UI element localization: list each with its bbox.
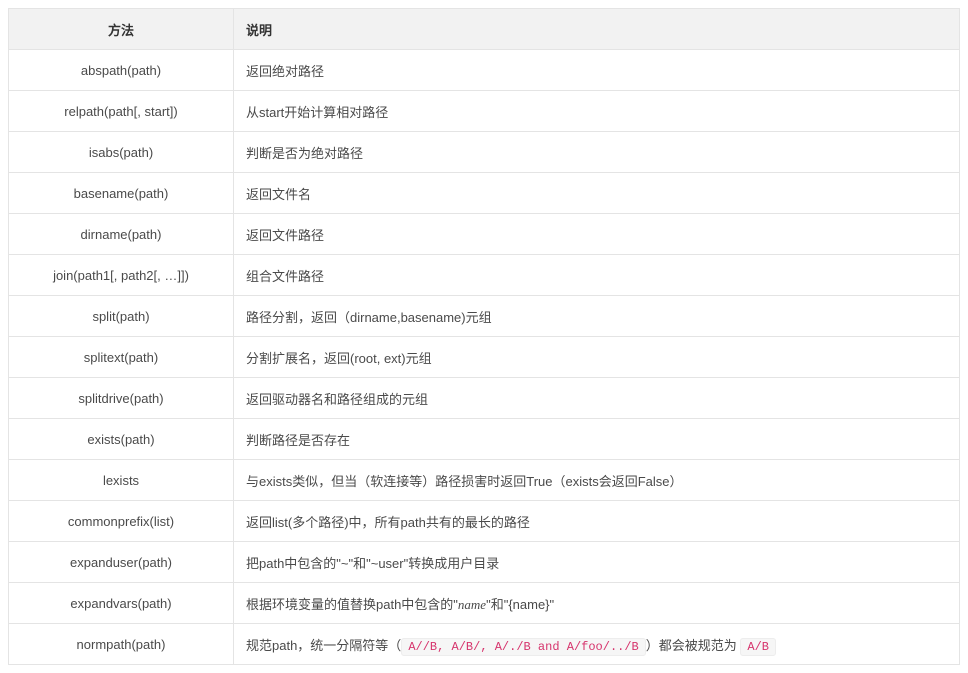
method-cell: lexists (9, 460, 234, 501)
method-cell: expandvars(path) (9, 583, 234, 624)
desc-cell: 分割扩展名，返回(root, ext)元组 (234, 337, 960, 378)
table-row: isabs(path) 判断是否为绝对路径 (9, 132, 960, 173)
header-row: 方法 说明 (9, 9, 960, 50)
table-row: lexists 与exists类似，但当（软连接等）路径损害时返回True（ex… (9, 460, 960, 501)
desc-cell: 判断是否为绝对路径 (234, 132, 960, 173)
method-cell: dirname(path) (9, 214, 234, 255)
desc-text-after: "和"{name}" (486, 597, 554, 612)
desc-cell: 与exists类似，但当（软连接等）路径损害时返回True（exists会返回F… (234, 460, 960, 501)
method-cell: basename(path) (9, 173, 234, 214)
desc-cell: 判断路径是否存在 (234, 419, 960, 460)
table-row: basename(path) 返回文件名 (9, 173, 960, 214)
code-literal: A/B (740, 638, 776, 656)
desc-cell: 返回文件路径 (234, 214, 960, 255)
method-cell: splitdrive(path) (9, 378, 234, 419)
method-cell: join(path1[, path2[, …]]) (9, 255, 234, 296)
method-cell: splitext(path) (9, 337, 234, 378)
desc-cell: 返回文件名 (234, 173, 960, 214)
method-cell: expanduser(path) (9, 542, 234, 583)
table-row: dirname(path) 返回文件路径 (9, 214, 960, 255)
table-row: expanduser(path) 把path中包含的"~"和"~user"转换成… (9, 542, 960, 583)
method-cell: commonprefix(list) (9, 501, 234, 542)
table-row: exists(path) 判断路径是否存在 (9, 419, 960, 460)
header-desc: 说明 (234, 9, 960, 50)
method-cell: exists(path) (9, 419, 234, 460)
desc-cell: 根据环境变量的值替换path中包含的"name"和"{name}" (234, 583, 960, 624)
table-row: abspath(path) 返回绝对路径 (9, 50, 960, 91)
method-cell: abspath(path) (9, 50, 234, 91)
table-row: join(path1[, path2[, …]]) 组合文件路径 (9, 255, 960, 296)
math-var: name (458, 597, 486, 612)
table-row: splitext(path) 分割扩展名，返回(root, ext)元组 (9, 337, 960, 378)
header-method: 方法 (9, 9, 234, 50)
desc-text-before: 规范path，统一分隔符等（ (246, 638, 401, 653)
code-literal: A//B, A/B/, A/./B and A/foo/../B (401, 638, 645, 656)
method-cell: isabs(path) (9, 132, 234, 173)
desc-cell: 返回list(多个路径)中，所有path共有的最长的路径 (234, 501, 960, 542)
table-row: split(path) 路径分割，返回（dirname,basename)元组 (9, 296, 960, 337)
method-cell: relpath(path[, start]) (9, 91, 234, 132)
method-cell: split(path) (9, 296, 234, 337)
table-row: expandvars(path) 根据环境变量的值替换path中包含的"name… (9, 583, 960, 624)
desc-text-before: 根据环境变量的值替换path中包含的" (246, 597, 458, 612)
desc-text-mid: ）都会被规范为 (646, 638, 741, 653)
table-row: commonprefix(list) 返回list(多个路径)中，所有path共… (9, 501, 960, 542)
desc-cell: 从start开始计算相对路径 (234, 91, 960, 132)
table-row: relpath(path[, start]) 从start开始计算相对路径 (9, 91, 960, 132)
desc-cell: 返回绝对路径 (234, 50, 960, 91)
desc-cell: 把path中包含的"~"和"~user"转换成用户目录 (234, 542, 960, 583)
desc-cell: 组合文件路径 (234, 255, 960, 296)
desc-cell: 返回驱动器名和路径组成的元组 (234, 378, 960, 419)
table-row: splitdrive(path) 返回驱动器名和路径组成的元组 (9, 378, 960, 419)
api-table: 方法 说明 abspath(path) 返回绝对路径 relpath(path[… (8, 8, 960, 665)
desc-cell: 路径分割，返回（dirname,basename)元组 (234, 296, 960, 337)
